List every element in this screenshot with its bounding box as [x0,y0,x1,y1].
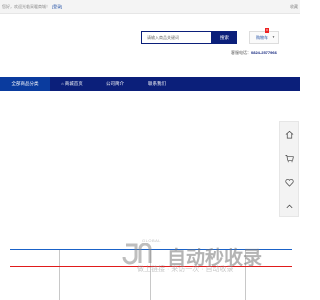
welcome-label: 您好，欢迎光临采暖商城！ [2,4,50,9]
nav-item-contact[interactable]: 联系我们 [137,77,177,91]
nav-item-about[interactable]: 公司简介 [95,77,135,91]
cart-count-badge: 0 [265,28,269,33]
floating-sidebar [279,121,299,217]
favorites-link[interactable]: 收藏 [290,0,298,13]
watermark: GLOBAL 自动秒收录 做上链接 · 来访一次 · 自动收录 [117,238,291,278]
sidebar-top-button[interactable] [280,194,298,218]
cart-button[interactable]: 购物车 0 ▼ [249,28,279,44]
cart-icon [284,154,294,162]
divider-line [59,250,60,300]
arrow-up-icon [286,204,292,208]
sidebar-home-button[interactable] [280,122,298,146]
top-utility-bar: 您好，欢迎光临采暖商城！ [登录] 收藏 [0,0,300,14]
watermark-tagline: 做上链接 · 来访一次 · 自动收录 [137,266,234,273]
heart-icon [284,178,294,187]
welcome-text: 您好，欢迎光临采暖商城！ [登录] [2,0,62,13]
nav-item-home-label: 商城首页 [64,81,83,86]
sidebar-cart-button[interactable] [280,146,298,170]
search-button[interactable]: 搜索 [212,31,237,44]
cart-label: 购物车 [256,35,268,40]
main-nav: 全部商品分类 ⌂ 商城首页 公司简介 联系我们 [0,77,300,91]
chevron-down-icon: ▼ [272,35,275,39]
sidebar-favorites-button[interactable] [280,170,298,194]
hotline-number: 0824-2577966 [251,50,277,55]
hotline: 客服电话：0824-2577966 [231,50,277,56]
nav-item-all-categories[interactable]: 全部商品分类 [0,77,50,91]
nav-item-home[interactable]: ⌂ 商城首页 [52,77,92,91]
watermark-logo [122,243,152,265]
login-link[interactable]: [登录] [52,4,62,9]
hotline-label: 客服电话： [231,50,251,55]
search-input[interactable]: 请输入商品关键词 [141,31,212,44]
home-icon [285,130,293,138]
